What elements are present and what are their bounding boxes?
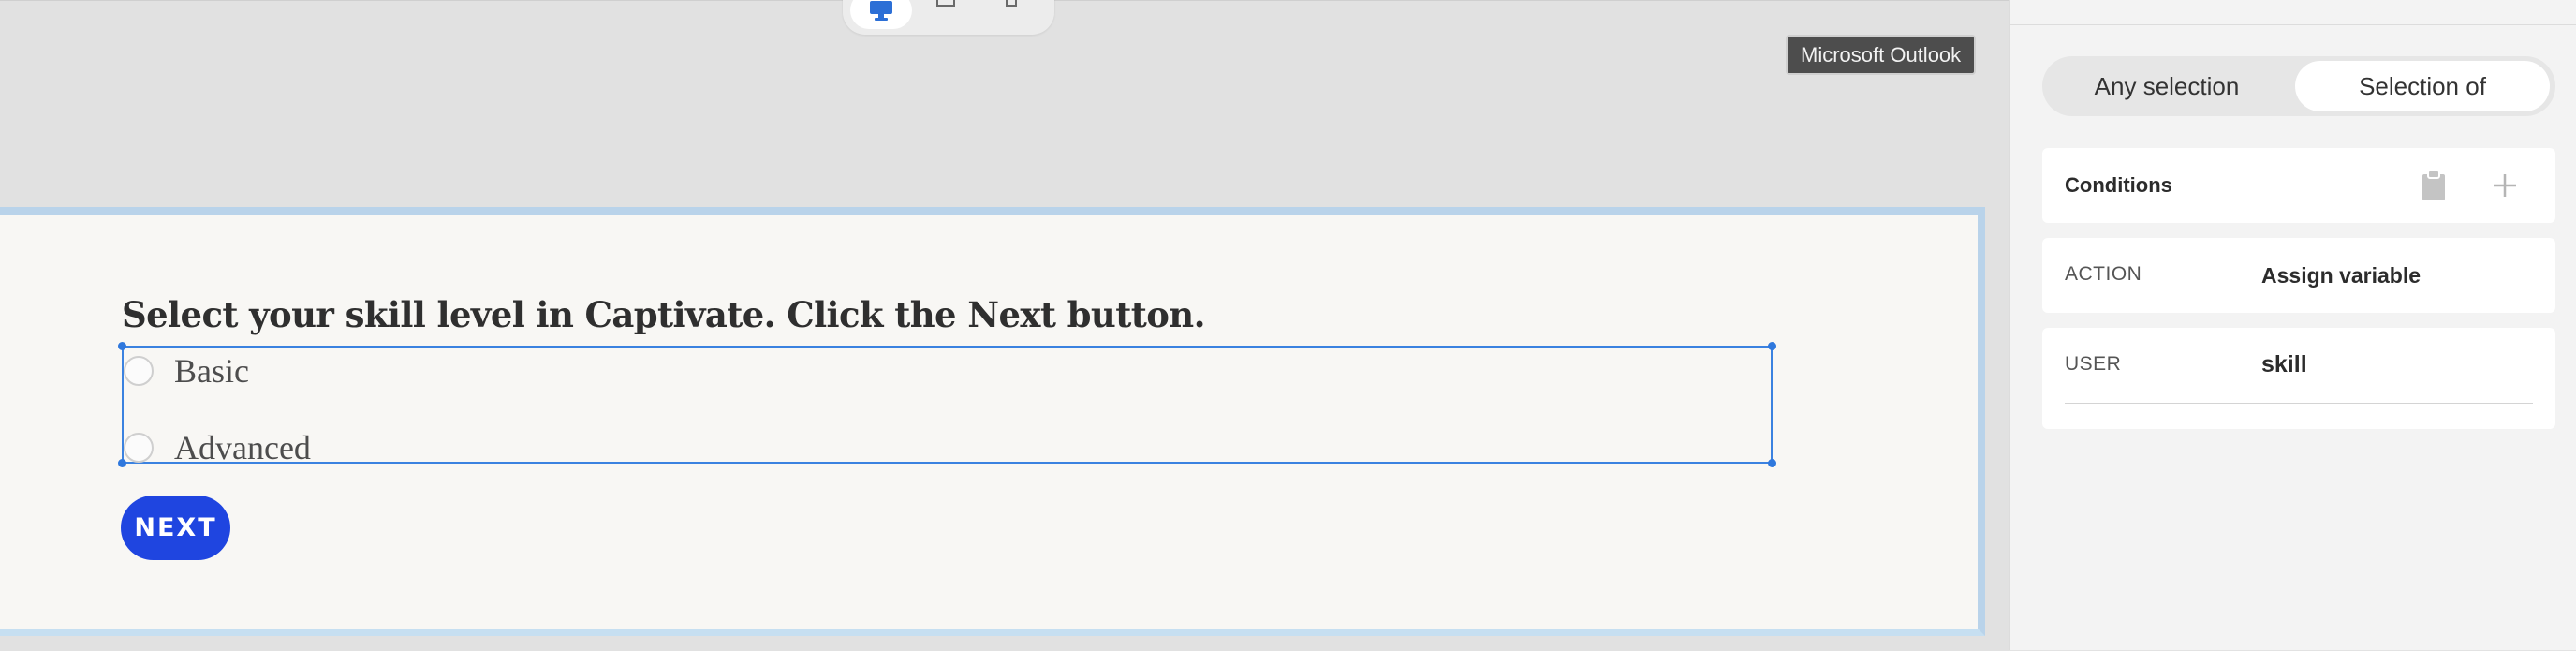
resize-handle-top-right[interactable]: [1768, 342, 1776, 350]
segment-any-selection[interactable]: Any selection: [2042, 56, 2291, 116]
resize-handle-bottom-right[interactable]: [1768, 459, 1776, 467]
resize-handle-top-left[interactable]: [118, 342, 126, 350]
user-key: USER: [2065, 353, 2122, 375]
selection-mode-toggle: Any selection Selection of: [2042, 56, 2555, 116]
action-key: ACTION: [2065, 263, 2142, 285]
radio-option-advanced[interactable]: Advanced: [124, 428, 311, 467]
radio-option-basic[interactable]: Basic: [124, 351, 249, 391]
add-condition-button[interactable]: [2486, 167, 2524, 204]
divider: [2065, 403, 2533, 404]
stage-area: Microsoft Outlook Select your skill leve…: [0, 0, 2009, 651]
radio-group-selection[interactable]: Basic Advanced: [118, 342, 1776, 467]
mobile-icon: [1006, 0, 1017, 7]
question-text[interactable]: Select your skill level in Captivate. Cl…: [122, 294, 1205, 335]
paste-condition-button[interactable]: [2415, 167, 2452, 204]
desktop-view-button[interactable]: [850, 0, 912, 29]
plus-icon: [2494, 174, 2516, 197]
action-value[interactable]: Assign variable: [2261, 263, 2421, 289]
tablet-icon: [936, 0, 955, 7]
properties-panel: Any selection Selection of Conditions AC…: [2009, 0, 2576, 650]
user-card[interactable]: USER skill: [2042, 328, 2555, 429]
radio-button[interactable]: [124, 356, 154, 386]
action-card[interactable]: ACTION Assign variable: [2042, 238, 2555, 313]
segment-selection-of[interactable]: Selection of: [2295, 61, 2550, 111]
radio-option-label: Advanced: [174, 429, 311, 466]
conditions-title: Conditions: [2065, 173, 2172, 197]
panel-divider: [2010, 24, 2576, 25]
tooltip: Microsoft Outlook: [1786, 35, 1977, 75]
user-variable-value[interactable]: skill: [2261, 351, 2307, 378]
slide-canvas[interactable]: Select your skill level in Captivate. Cl…: [0, 207, 1985, 636]
desktop-icon: [870, 1, 892, 21]
mobile-view-button[interactable]: [993, 0, 1030, 10]
radio-option-label: Basic: [174, 352, 249, 390]
next-button[interactable]: NEXT: [121, 496, 230, 560]
tablet-view-button[interactable]: [927, 0, 964, 10]
conditions-card: Conditions: [2042, 148, 2555, 223]
clipboard-icon: [2422, 170, 2445, 200]
device-preview-toggle: [843, 0, 1054, 35]
radio-button[interactable]: [124, 433, 154, 463]
